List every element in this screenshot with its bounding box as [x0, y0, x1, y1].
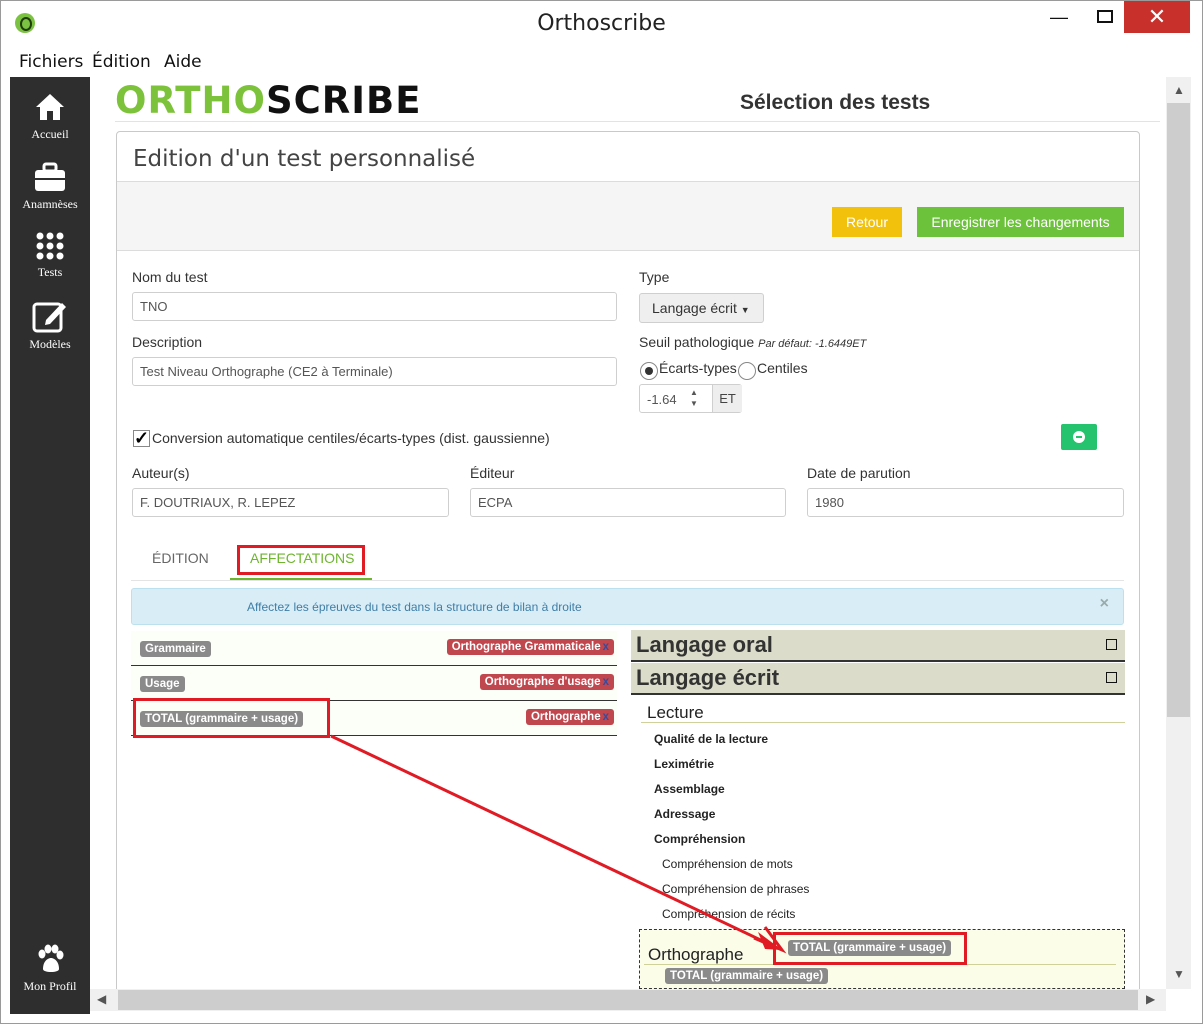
sidebar: Accueil Anamnèses Tests Modèles Mon Prof — [10, 77, 90, 1014]
sidebar-item-accueil[interactable]: Accueil — [10, 91, 90, 142]
scroll-up-icon[interactable]: ▲ — [1173, 83, 1185, 97]
menu-fichiers[interactable]: Fichiers — [19, 52, 83, 72]
sidebar-item-tests[interactable]: Tests — [10, 231, 90, 280]
menu-aide[interactable]: Aide — [164, 52, 202, 72]
title-bar: Orthoscribe — ✕ — [1, 1, 1202, 47]
sidebar-label: Modèles — [29, 337, 71, 351]
sidebar-item-modeles[interactable]: Modèles — [10, 299, 90, 352]
scroll-down-icon[interactable]: ▼ — [1173, 967, 1185, 981]
scrollbar-thumb[interactable] — [1167, 103, 1190, 717]
horizontal-scrollbar[interactable]: ◀ ▶ — [90, 989, 1166, 1011]
maximize-button[interactable] — [1082, 1, 1128, 33]
sidebar-item-profil[interactable]: Mon Profil — [10, 943, 90, 994]
grid-icon — [36, 232, 64, 260]
sidebar-label: Tests — [37, 265, 63, 279]
briefcase-icon — [35, 162, 65, 191]
scroll-left-icon[interactable]: ◀ — [97, 992, 106, 1006]
edit-icon — [32, 302, 66, 333]
paw-icon — [38, 944, 64, 972]
minimize-button[interactable]: — — [1036, 1, 1082, 33]
main-content: ORTHOSCRIBE Sélection des tests Edition … — [90, 77, 1166, 989]
window-title: Orthoscribe — [537, 11, 666, 36]
sidebar-label: Anamnèses — [22, 197, 78, 211]
scrollbar-thumb[interactable] — [118, 990, 1138, 1010]
sidebar-label: Accueil — [31, 127, 69, 141]
close-window-button[interactable]: ✕ — [1124, 1, 1190, 33]
app-window: Orthoscribe — ✕ Fichiers Édition Aide Ac… — [0, 0, 1203, 1024]
scroll-right-icon[interactable]: ▶ — [1146, 992, 1155, 1006]
home-icon — [36, 94, 64, 120]
vertical-scrollbar[interactable]: ▲ ▼ — [1166, 77, 1191, 989]
menu-edition[interactable]: Édition — [92, 52, 151, 72]
menu-bar: Fichiers Édition Aide — [1, 47, 1202, 77]
sidebar-label: Mon Profil — [23, 979, 77, 993]
annotation-arrow — [330, 734, 787, 954]
sidebar-item-anamneses[interactable]: Anamnèses — [10, 161, 90, 212]
